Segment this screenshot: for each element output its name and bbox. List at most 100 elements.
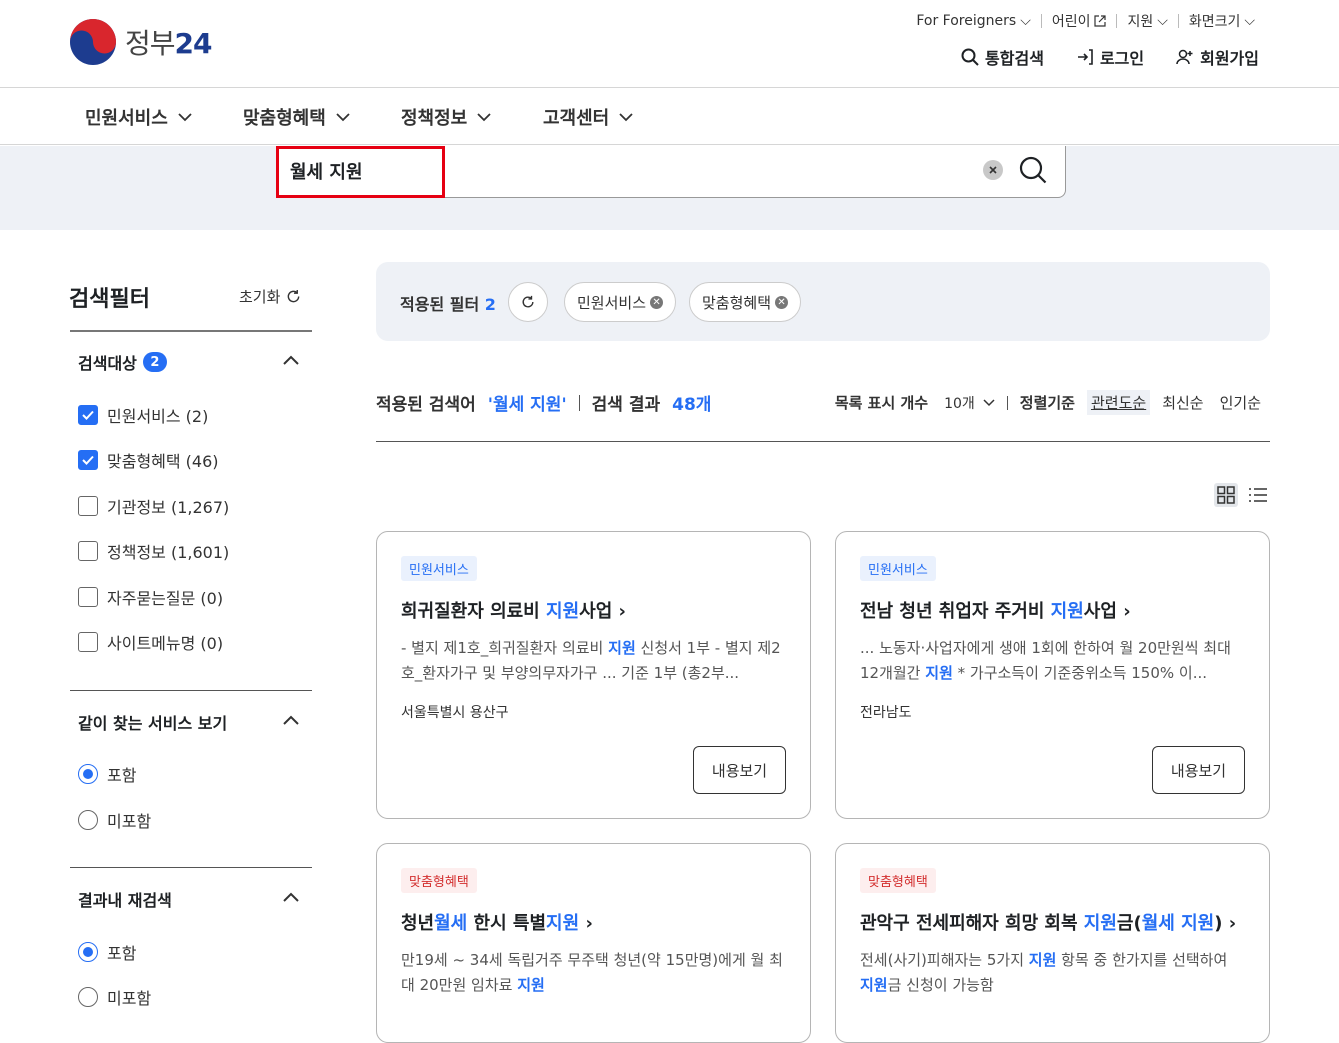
chevron-right-icon: › xyxy=(1228,913,1237,934)
filter-option-policy[interactable]: 정책정보 (1,601) xyxy=(78,539,229,563)
filter-option-faq[interactable]: 자주묻는질문 (0) xyxy=(78,585,223,609)
filter-option-sitemenu[interactable]: 사이트메뉴명 (0) xyxy=(78,630,223,654)
list-options: 목록 표시 개수 10개 정렬기준 관련도순 최신순 인기순 xyxy=(835,390,1265,415)
checkbox[interactable] xyxy=(78,496,98,516)
close-icon[interactable]: ✕ xyxy=(775,295,789,309)
checkbox[interactable] xyxy=(78,405,98,425)
related-section-title: 같이 찾는 서비스 보기 xyxy=(78,714,228,733)
login-button[interactable]: 로그인 xyxy=(1076,45,1144,69)
nav-civil-service[interactable]: 민원서비스 xyxy=(85,104,192,130)
utility-menu: For Foreigners ⌵ 어린이 지원 ⌵ 화면크기 ⌵ xyxy=(906,11,1265,31)
card-description: - 별지 제1호_희귀질환자 의료비 지원 신청서 1부 - 별지 제2호_환자… xyxy=(401,639,781,682)
radio-button[interactable] xyxy=(78,942,98,962)
grid-icon xyxy=(1217,486,1235,504)
filter-chip-benefit[interactable]: 맞춤형혜택 ✕ xyxy=(689,282,802,322)
card-title[interactable]: 전남 청년 취업자 주거비 지원사업 › xyxy=(860,597,1249,623)
close-icon[interactable]: ✕ xyxy=(650,295,664,309)
integrated-search-button[interactable]: 통합검색 xyxy=(961,45,1044,69)
radio-button[interactable] xyxy=(78,764,98,784)
refresh-filters-button[interactable] xyxy=(508,282,548,322)
sort-relevance[interactable]: 관련도순 xyxy=(1086,390,1151,415)
clear-search-button[interactable] xyxy=(983,160,1003,180)
sort-popular[interactable]: 인기순 xyxy=(1216,390,1265,415)
chevron-right-icon: › xyxy=(585,913,593,934)
main-navigation: 민원서비스 맞춤형혜택 정책정보 고객센터 xyxy=(0,89,1339,145)
chevron-down-icon: ⌵ xyxy=(1020,13,1031,29)
result-summary: 적용된 검색어 '월세 지원' 검색 결과 48개 xyxy=(376,390,711,415)
radio-button[interactable] xyxy=(78,810,98,830)
nav-custom-benefits[interactable]: 맞춤형혜택 xyxy=(243,104,350,130)
applied-filters: 적용된 필터 2 민원서비스 ✕ 맞춤형혜택 ✕ xyxy=(376,262,1270,341)
card-description: 전세(사기)피해자는 5가지 지원 항목 중 한가지를 선택하여 지원금 신청이… xyxy=(860,951,1228,994)
filter-option-agency[interactable]: 기관정보 (1,267) xyxy=(78,494,229,518)
refresh-icon xyxy=(522,295,534,308)
category-tag: 민원서비스 xyxy=(401,556,477,581)
utility-screen-size[interactable]: 화면크기 ⌵ xyxy=(1179,11,1265,31)
checkbox[interactable] xyxy=(78,632,98,652)
chevron-up-icon[interactable] xyxy=(282,354,300,366)
radio-button[interactable] xyxy=(78,987,98,1007)
checkbox[interactable] xyxy=(78,587,98,607)
related-exclude-option[interactable]: 미포함 xyxy=(78,808,151,832)
nav-customer-center[interactable]: 고객센터 xyxy=(543,104,633,130)
research-include-option[interactable]: 포함 xyxy=(78,940,136,964)
chevron-down-icon xyxy=(983,398,995,406)
card-title[interactable]: 관악구 전세피해자 희망 회복 지원금(월세 지원) › xyxy=(860,909,1249,935)
chevron-right-icon: › xyxy=(1123,601,1131,622)
filter-chip-civil[interactable]: 민원서비스 ✕ xyxy=(564,282,677,322)
check-icon xyxy=(82,410,94,420)
card-organization: 전라남도 xyxy=(860,705,912,721)
utility-foreigners[interactable]: For Foreigners ⌵ xyxy=(906,13,1040,29)
close-icon xyxy=(989,166,997,174)
utility-kids[interactable]: 어린이 xyxy=(1042,11,1117,31)
search-icon xyxy=(1019,156,1047,184)
sort-latest[interactable]: 최신순 xyxy=(1158,390,1207,415)
logo[interactable]: 정부24 xyxy=(69,18,212,66)
result-card[interactable]: 맞춤형혜택 청년월세 한시 특별지원 › 만19세 ~ 34세 독립거주 무주택… xyxy=(376,843,811,1043)
list-view-button[interactable] xyxy=(1246,483,1270,507)
result-card[interactable]: 민원서비스 전남 청년 취업자 주거비 지원사업 › ... 노동자·사업자에게… xyxy=(835,531,1270,819)
divider xyxy=(70,330,312,332)
check-icon xyxy=(82,455,94,465)
target-section-title: 검색대상 2 xyxy=(78,350,167,374)
result-card[interactable]: 민원서비스 희귀질환자 의료비 지원사업 › - 별지 제1호_희귀질환자 의료… xyxy=(376,531,811,819)
search-button[interactable] xyxy=(1018,155,1048,185)
utility-support[interactable]: 지원 ⌵ xyxy=(1117,11,1177,31)
checkbox[interactable] xyxy=(78,541,98,561)
research-exclude-option[interactable]: 미포함 xyxy=(78,985,151,1009)
nav-policy-info[interactable]: 정책정보 xyxy=(401,104,491,130)
chevron-down-icon xyxy=(336,112,350,121)
chevron-down-icon: ⌵ xyxy=(1244,13,1255,29)
search-keyword: '월세 지원' xyxy=(487,395,567,415)
user-menu: 통합검색 로그인 회원가입 xyxy=(961,45,1259,69)
research-section-title: 결과내 재검색 xyxy=(78,891,172,910)
grid-view-button[interactable] xyxy=(1214,483,1238,507)
filter-option-benefit[interactable]: 맞춤형혜택 (46) xyxy=(78,448,219,472)
site-header: 정부24 For Foreigners ⌵ 어린이 지원 ⌵ 화면크기 ⌵ 통합… xyxy=(0,0,1339,88)
chevron-right-icon: › xyxy=(618,601,626,622)
chevron-down-icon xyxy=(619,112,633,121)
chevron-down-icon xyxy=(178,112,192,121)
result-count: 48개 xyxy=(672,395,712,415)
card-description: ... 노동자·사업자에게 생애 1회에 한하여 월 20만원씩 최대 12개월… xyxy=(860,639,1231,682)
filter-option-civil[interactable]: 민원서비스 (2) xyxy=(78,403,208,427)
divider xyxy=(376,441,1270,442)
view-details-button[interactable]: 내용보기 xyxy=(693,746,786,794)
card-organization: 서울특별시 용산구 xyxy=(401,705,509,721)
page-size-select[interactable]: 10개 xyxy=(944,393,995,413)
category-tag: 민원서비스 xyxy=(860,556,936,581)
login-icon xyxy=(1077,49,1093,65)
signup-button[interactable]: 회원가입 xyxy=(1176,45,1259,69)
result-card[interactable]: 맞춤형혜택 관악구 전세피해자 희망 회복 지원금(월세 지원) › 전세(사기… xyxy=(835,843,1270,1043)
chevron-up-icon[interactable] xyxy=(282,714,300,726)
reset-filter-button[interactable]: 초기화 xyxy=(239,286,301,307)
related-include-option[interactable]: 포함 xyxy=(78,762,136,786)
logo-text: 정부24 xyxy=(125,27,212,60)
filter-title: 검색필터 xyxy=(69,287,150,312)
category-tag: 맞춤형혜택 xyxy=(401,868,477,893)
checkbox[interactable] xyxy=(78,450,98,470)
card-title[interactable]: 희귀질환자 의료비 지원사업 › xyxy=(401,597,790,623)
chevron-up-icon[interactable] xyxy=(282,891,300,903)
view-details-button[interactable]: 내용보기 xyxy=(1152,746,1245,794)
card-title[interactable]: 청년월세 한시 특별지원 › xyxy=(401,909,790,935)
